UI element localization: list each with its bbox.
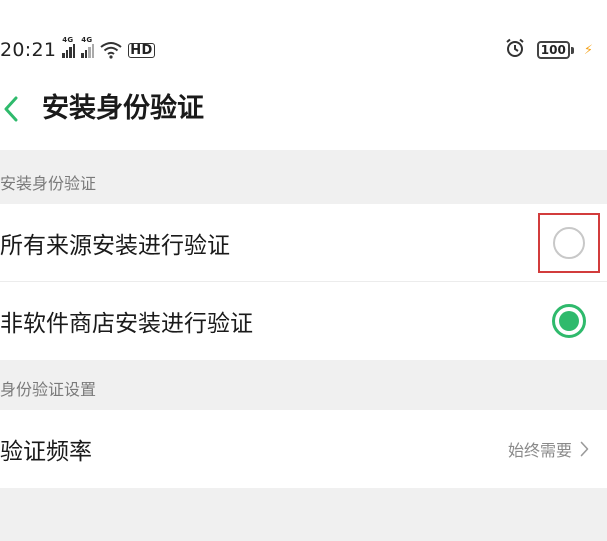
setting-verification-frequency[interactable]: 验证频率 始终需要 [0,410,607,488]
option-non-store[interactable]: 非软件商店安装进行验证 [0,282,607,360]
chevron-right-icon [580,441,589,457]
setting-label: 验证频率 [0,439,92,465]
section-header-verification-settings: 身份验证设置 [0,360,607,410]
page-title: 安装身份验证 [42,93,204,124]
option-label: 非软件商店安装进行验证 [0,311,253,337]
chevron-left-icon [4,96,18,122]
option-all-sources[interactable]: 所有来源安装进行验证 [0,204,607,282]
status-time: 20:21 [0,39,57,61]
signal-icon: 4G [62,36,76,58]
wifi-icon [100,41,122,59]
radio-selected-icon [552,304,586,338]
setting-value: 始终需要 [508,410,589,488]
charging-icon: ⚡ [583,42,593,58]
radio-all-sources[interactable] [538,213,600,273]
title-bar: 安装身份验证 [0,70,607,150]
alarm-icon [505,38,525,62]
status-right: 100 ⚡ [505,38,593,62]
back-button[interactable] [0,90,22,128]
option-label: 所有来源安装进行验证 [0,233,230,259]
signal-icon: 4G [81,36,95,58]
radio-non-store[interactable] [538,291,600,351]
status-left: 20:21 4G 4G HD [0,36,155,64]
radio-unselected-icon [553,227,585,259]
section-header-install-verification: 安装身份验证 [0,150,607,204]
battery-icon: 100 [536,41,574,59]
hd-icon: HD [128,42,155,58]
